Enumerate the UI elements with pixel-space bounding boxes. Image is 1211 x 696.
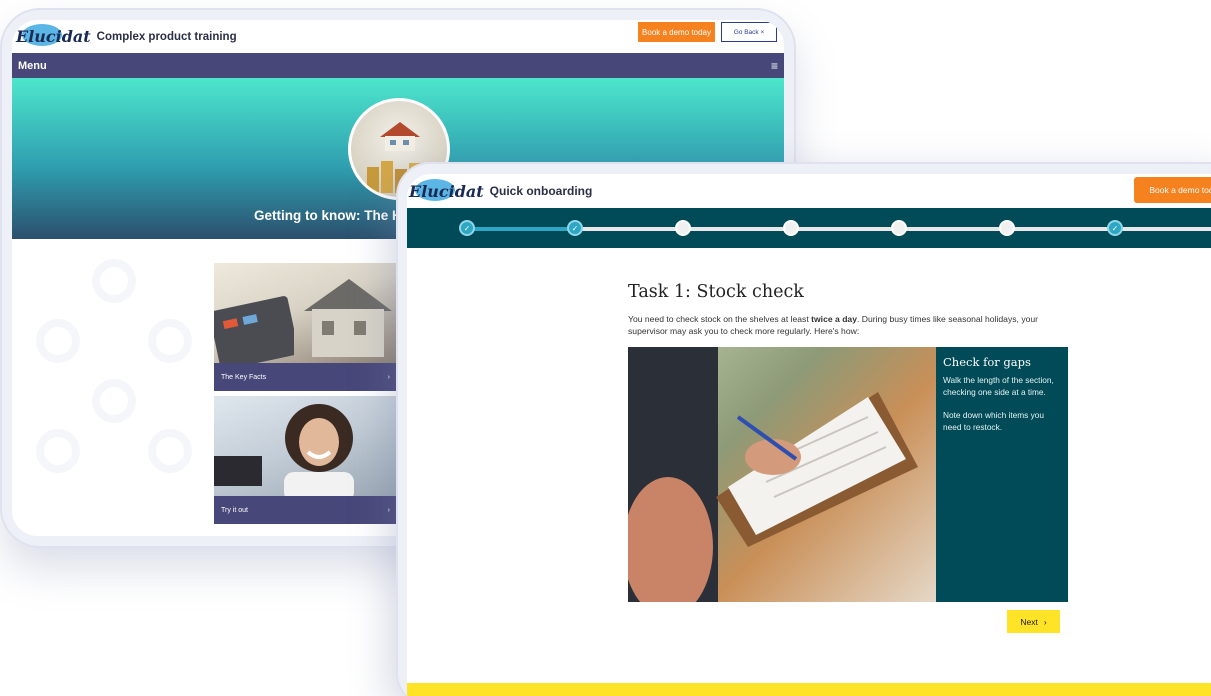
clipboard-photo — [628, 347, 936, 602]
instruction-panel: Check for gaps Walk the length of the se… — [936, 347, 1068, 602]
progress-bar: ✓ ✓ ✓ — [407, 208, 1211, 248]
instruction-text-1: Walk the length of the section, checking… — [943, 375, 1054, 397]
media-panel: Check for gaps Walk the length of the se… — [628, 347, 1068, 602]
step-1[interactable]: ✓ — [459, 220, 475, 236]
decor-ring — [148, 429, 192, 473]
calculator-house-image — [214, 263, 400, 363]
task-title: Task 1: Stock check — [628, 282, 804, 302]
card-label: Try it out › — [214, 496, 400, 524]
elucidat-logo[interactable]: Elucidat — [409, 178, 484, 201]
step-7[interactable]: ✓ — [1107, 220, 1123, 236]
monitor-icon — [214, 456, 262, 486]
chevron-right-icon: › — [1043, 616, 1047, 627]
book-demo-button[interactable]: Book a demo today — [638, 22, 715, 42]
progress-fill — [467, 227, 575, 231]
step-2[interactable]: ✓ — [567, 220, 583, 236]
task-intro: You need to check stock on the shelves a… — [628, 314, 1058, 337]
step-3[interactable] — [675, 220, 691, 236]
book-demo-button[interactable]: Book a demo tod — [1134, 177, 1211, 203]
hamburger-icon[interactable]: ≡ — [771, 59, 778, 73]
clipboard-person-illustration — [628, 347, 918, 602]
chevron-right-icon: › — [387, 373, 390, 381]
decor-ring — [36, 429, 80, 473]
front-screen: Elucidat Quick onboarding Book a demo to… — [407, 174, 1211, 696]
stage: Elucidat Complex product training Book a… — [0, 0, 1211, 696]
course-title: Quick onboarding — [489, 184, 593, 198]
step-6[interactable] — [999, 220, 1015, 236]
decor-ring — [92, 259, 136, 303]
card-label: The Key Facts › — [214, 363, 400, 391]
house-icon — [380, 122, 420, 151]
card-label-text: Try it out — [221, 506, 248, 514]
front-header: Elucidat Quick onboarding Book a demo to… — [407, 174, 1211, 208]
card-label-text: The Key Facts — [221, 373, 267, 381]
decor-ring — [92, 379, 136, 423]
go-back-label: Go Back — [733, 28, 759, 36]
intro-text-bold: twice a day — [811, 314, 857, 324]
footer-bar — [407, 683, 1211, 696]
house-model-icon — [304, 279, 392, 357]
go-back-button[interactable]: Go Back × — [721, 22, 777, 42]
hero-title: Getting to know: The Ho — [254, 208, 410, 223]
next-button[interactable]: Next › — [1007, 610, 1060, 633]
chevron-right-icon: › — [387, 506, 390, 514]
person-icon — [284, 404, 354, 496]
card-try-it-out[interactable]: Try it out › — [214, 396, 400, 524]
instruction-title: Check for gaps — [943, 355, 1031, 369]
decor-ring — [148, 319, 192, 363]
close-icon: × — [760, 28, 765, 36]
smiling-woman-image — [214, 396, 400, 496]
next-label: Next — [1020, 616, 1038, 627]
elucidat-logo[interactable]: Elucidat — [16, 24, 91, 46]
front-tablet: Elucidat Quick onboarding Book a demo to… — [396, 162, 1211, 696]
instruction-text-2: Note down which items you need to restoc… — [943, 410, 1044, 432]
step-4[interactable] — [783, 220, 799, 236]
intro-text-start: You need to check stock on the shelves a… — [628, 314, 812, 324]
menu-bar[interactable]: Menu ≡ — [12, 53, 784, 78]
step-5[interactable] — [891, 220, 907, 236]
back-header: Elucidat Complex product training Book a… — [12, 20, 784, 53]
course-title: Complex product training — [96, 30, 237, 43]
menu-label: Menu — [18, 59, 47, 72]
card-key-facts[interactable]: The Key Facts › — [214, 263, 400, 391]
calculator-icon — [214, 296, 294, 363]
decor-ring — [36, 319, 80, 363]
task-content: Task 1: Stock check You need to check st… — [407, 248, 1211, 668]
